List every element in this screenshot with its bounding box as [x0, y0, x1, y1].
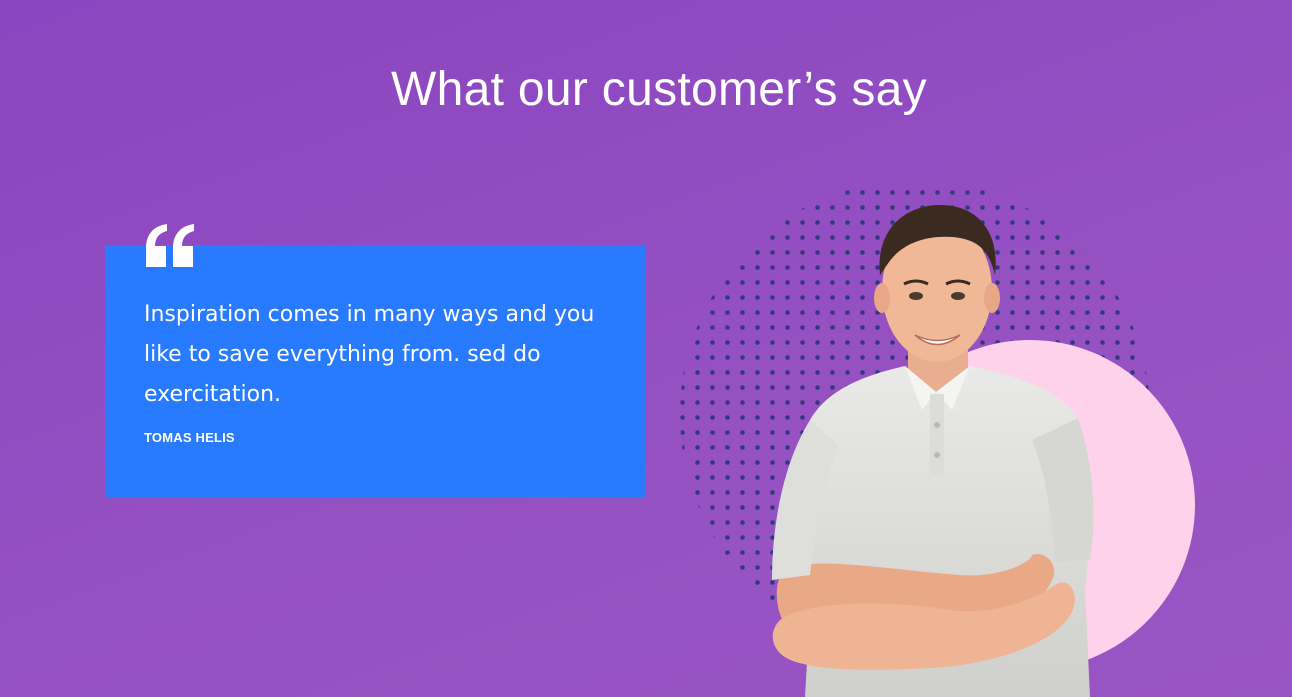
- testimonial-card: Inspiration comes in many ways and you l…: [105, 245, 645, 498]
- customer-photo: [680, 180, 1195, 697]
- quote-icon: [146, 224, 194, 267]
- testimonial-author: TOMAS HELIS: [144, 430, 235, 445]
- testimonial-quote: Inspiration comes in many ways and you l…: [144, 302, 595, 407]
- section-title: What our customer’s say: [391, 63, 927, 116]
